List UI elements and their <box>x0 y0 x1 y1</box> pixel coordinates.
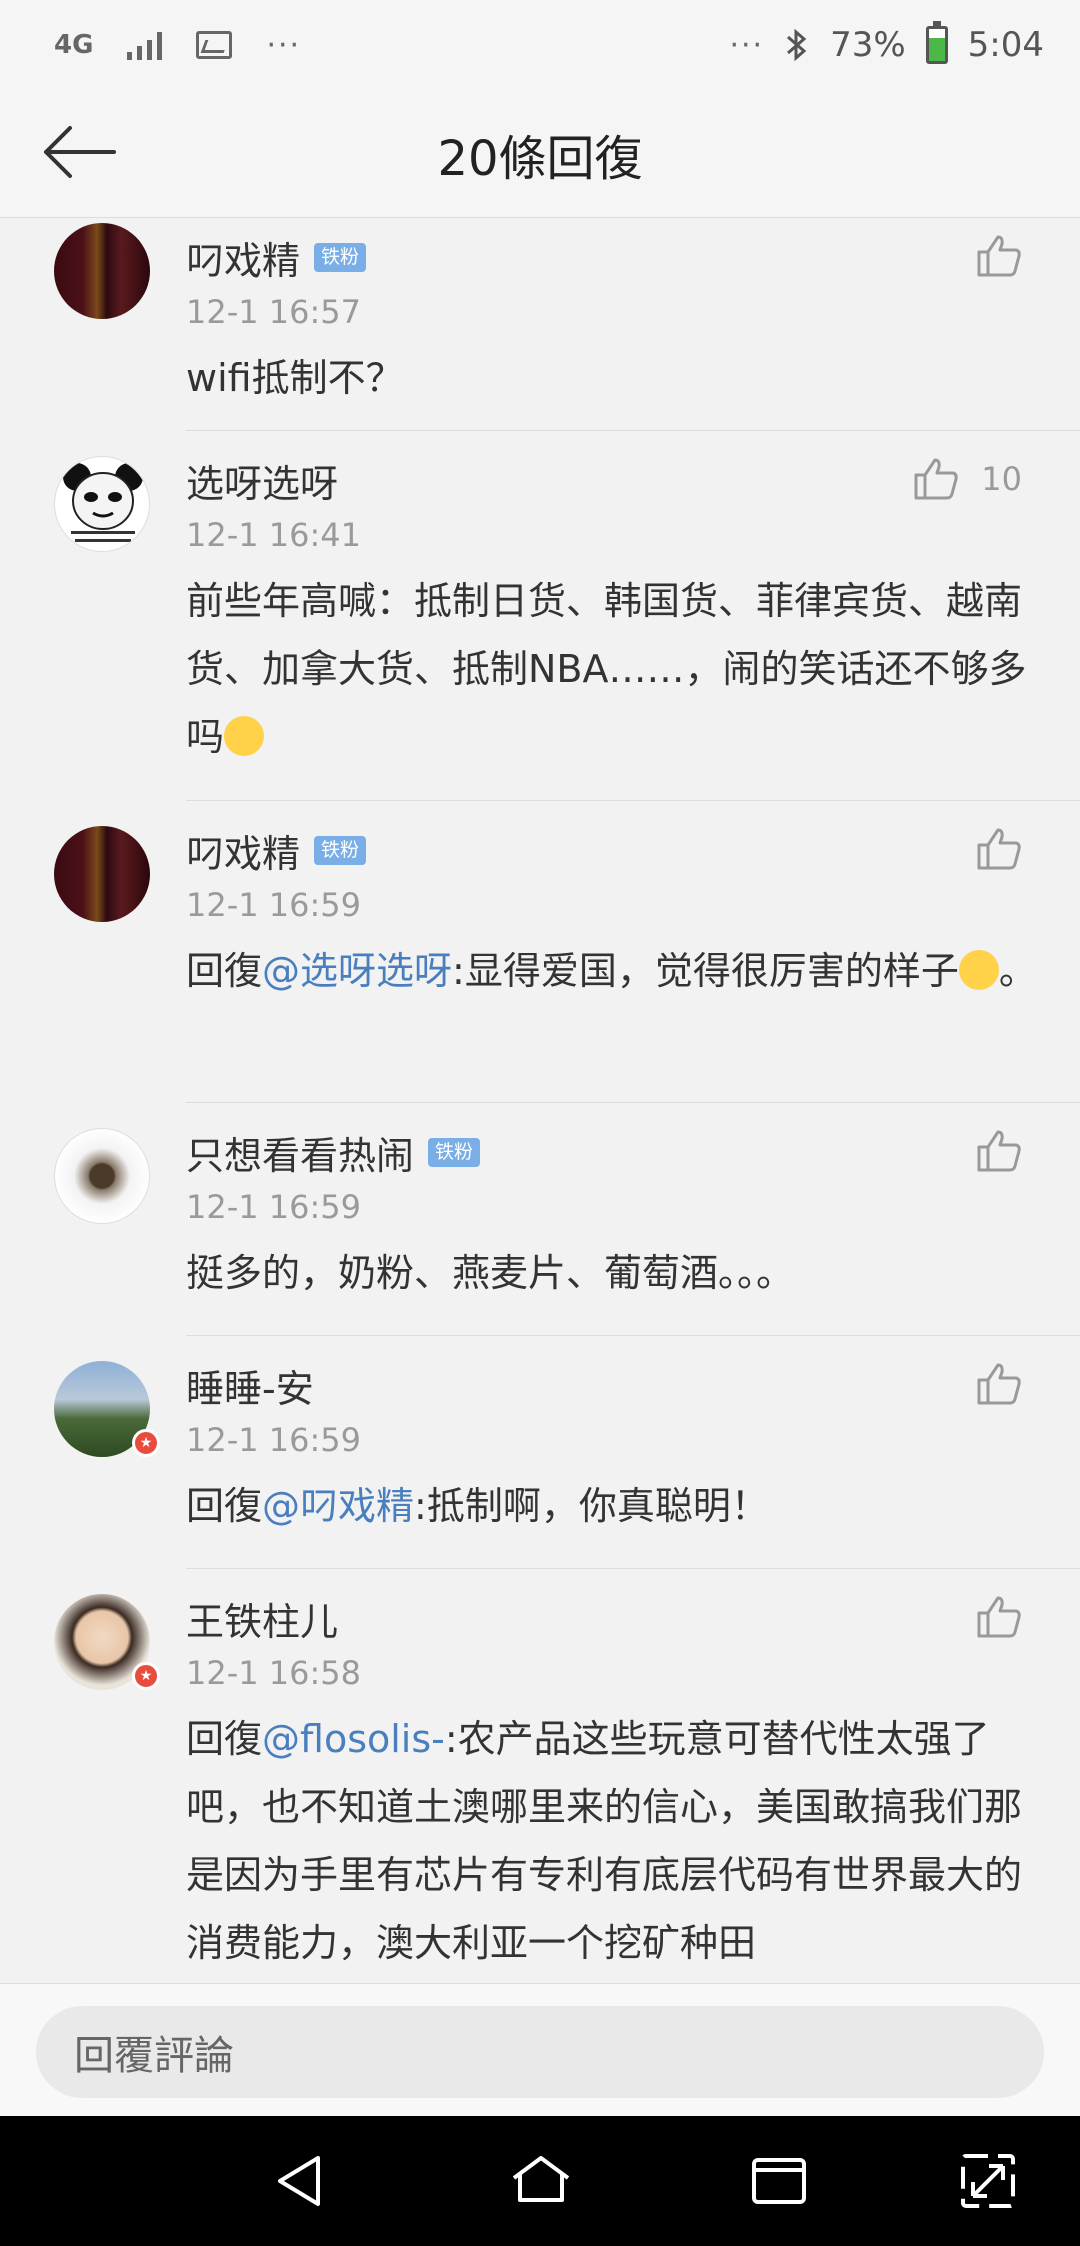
image-notification-icon <box>196 31 233 59</box>
comment-item[interactable]: ★ 王铁柱儿 12-1 16:58 回復@flosolis-:农产品这些玩意可替… <box>0 1569 1080 1983</box>
more-notifications-icon: ··· <box>266 27 302 63</box>
thumbs-up-icon <box>977 1130 1021 1172</box>
verified-star-icon: ★ <box>132 1429 160 1457</box>
thumbs-up-icon <box>977 235 1021 277</box>
verified-star-icon: ★ <box>132 1662 160 1690</box>
battery-icon <box>925 21 948 64</box>
page-title: 20條回復 <box>437 130 643 187</box>
comment-time: 12-1 16:57 <box>186 293 362 331</box>
signal-icon <box>127 30 163 60</box>
comment-list[interactable]: 叼戏精 铁粉 12-1 16:57 wifi抵制不？ 选呀选呀 12-1 16:… <box>0 218 1080 1983</box>
comment-item[interactable]: 只想看看热闹 铁粉 12-1 16:59 挺多的，奶粉、燕麦片、葡萄酒。。。 <box>0 1103 1080 1336</box>
clock: 5:04 <box>967 25 1044 65</box>
back-arrow-icon[interactable] <box>40 120 120 184</box>
navigation-bar <box>0 2116 1080 2246</box>
more-status-icon: ··· <box>729 27 765 63</box>
expand-icon[interactable] <box>955 2148 1021 2214</box>
comment-text: 回復@叼戏精:抵制啊，你真聪明！ <box>186 1484 769 1528</box>
header: 20條回復 <box>0 90 1080 218</box>
mention-link[interactable]: @叼戏精 <box>262 1484 414 1528</box>
comment-text: 回復@选呀选呀:显得爱国，觉得很厉害的样子。 <box>186 949 1037 993</box>
username[interactable]: 只想看看热闹 <box>186 1125 414 1180</box>
fan-badge: 铁粉 <box>428 1138 481 1167</box>
comment-item[interactable]: ★ 睡睡-安 12-1 16:59 回復@叼戏精:抵制啊，你真聪明！ <box>0 1336 1080 1569</box>
comment-item[interactable]: 叼戏精 铁粉 12-1 16:57 wifi抵制不？ <box>0 218 1080 431</box>
comment-time: 12-1 16:59 <box>186 1188 362 1226</box>
thumbs-up-icon <box>977 1363 1021 1405</box>
thumbs-up-icon <box>914 458 958 500</box>
back-triangle-icon[interactable] <box>268 2148 334 2214</box>
thumbs-up-icon <box>977 828 1021 870</box>
avatar[interactable] <box>54 826 150 922</box>
avatar[interactable] <box>54 1128 150 1224</box>
fan-badge: 铁粉 <box>314 836 367 865</box>
username[interactable]: 叼戏精 <box>186 823 300 878</box>
recent-apps-icon[interactable] <box>746 2148 812 2214</box>
username[interactable]: 王铁柱儿 <box>186 1591 338 1646</box>
fan-badge: 铁粉 <box>314 243 367 272</box>
comment-item[interactable]: 选呀选呀 12-1 16:41 前些年高喊：抵制日货、韩国货、菲律宾货、越南货、… <box>0 431 1080 801</box>
like-button[interactable] <box>976 1362 1022 1406</box>
status-bar: 4G ··· ··· 73% 5:04 <box>0 0 1080 90</box>
panda-face-icon <box>63 463 143 542</box>
like-button[interactable] <box>976 827 1022 871</box>
comment-text: 回復@flosolis-:农产品这些玩意可替代性太强了吧，也不知道土澳哪里来的信… <box>186 1717 1023 1965</box>
username[interactable]: 睡睡-安 <box>186 1358 314 1413</box>
battery-percent: 73% <box>830 25 906 65</box>
network-4g-icon: 4G <box>54 30 94 60</box>
reply-input[interactable]: 回覆評論 <box>36 2006 1044 2098</box>
thinking-emoji-icon <box>224 715 265 756</box>
home-icon[interactable] <box>508 2148 574 2214</box>
comment-item[interactable]: 叼戏精 铁粉 12-1 16:59 回復@选呀选呀:显得爱国，觉得很厉害的样子。 <box>0 801 1080 1103</box>
like-count: 10 <box>981 460 1022 498</box>
like-button[interactable] <box>976 1129 1022 1173</box>
mention-link[interactable]: @选呀选呀 <box>262 949 452 993</box>
comment-time: 12-1 16:59 <box>186 886 362 924</box>
avatar[interactable] <box>54 456 150 552</box>
thumbs-up-icon <box>977 1596 1021 1638</box>
username[interactable]: 选呀选呀 <box>186 453 338 508</box>
bluetooth-icon <box>787 28 807 62</box>
like-button[interactable]: 10 <box>913 457 1022 501</box>
like-button[interactable] <box>976 234 1022 278</box>
comment-time: 12-1 16:41 <box>186 516 362 554</box>
comment-text: wifi抵制不？ <box>186 356 404 400</box>
comment-text: 前些年高喊：抵制日货、韩国货、菲律宾货、越南货、加拿大货、抵制NBA……，闹的笑… <box>186 579 1027 759</box>
grinning-emoji-icon <box>958 949 999 990</box>
comment-time: 12-1 16:58 <box>186 1654 362 1692</box>
comment-time: 12-1 16:59 <box>186 1421 362 1459</box>
like-button[interactable] <box>976 1595 1022 1639</box>
mention-link[interactable]: @flosolis- <box>262 1717 445 1761</box>
comment-text: 挺多的，奶粉、燕麦片、葡萄酒。。。 <box>186 1251 795 1295</box>
avatar[interactable] <box>54 223 150 319</box>
username[interactable]: 叼戏精 <box>186 230 300 285</box>
reply-bar: 回覆評論 <box>0 1983 1080 2116</box>
